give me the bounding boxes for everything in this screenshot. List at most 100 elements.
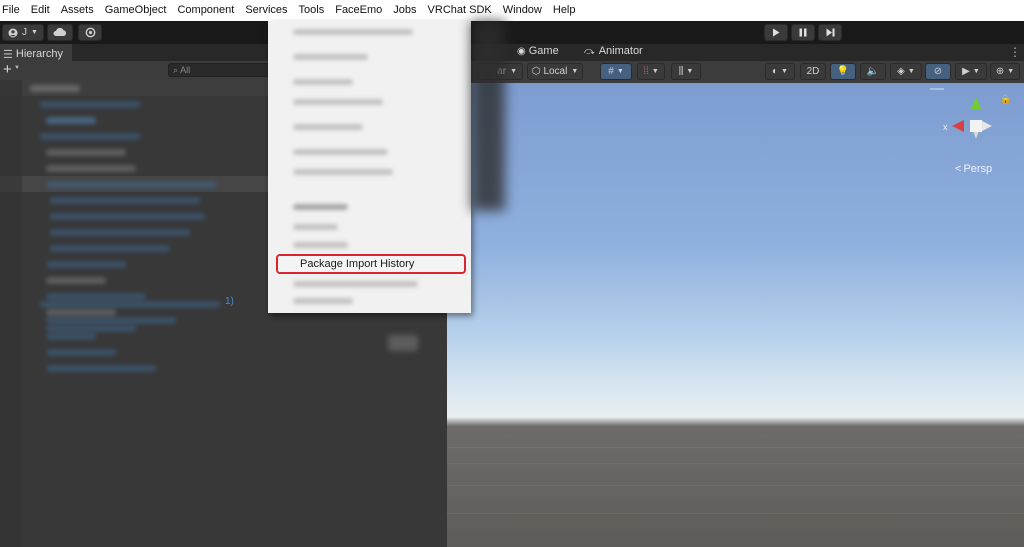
tab-animator-label: Animator: [598, 45, 643, 57]
menu-help[interactable]: Help: [547, 0, 581, 21]
hierarchy-tab-label: Hierarchy: [15, 48, 63, 60]
audio-icon: 🔈: [866, 66, 880, 77]
menu-item-blurred[interactable]: [293, 281, 418, 287]
gizmo-x-label: x: [943, 122, 948, 132]
list-item[interactable]: [0, 360, 447, 376]
search-icon: ⌕: [173, 65, 179, 75]
audio-toggle[interactable]: 🔈: [860, 63, 886, 80]
pause-icon: [799, 28, 807, 37]
grid-icon: #: [608, 66, 614, 77]
search-placeholder: All: [180, 65, 191, 75]
hierarchy-tab[interactable]: ☰ Hierarchy: [0, 44, 72, 62]
eye-slash-icon: ⊘: [933, 66, 943, 77]
menu-item-blurred[interactable]: [293, 54, 368, 60]
menu-blur-shadow: [471, 21, 505, 211]
user-icon: [8, 28, 18, 37]
menu-faceemo[interactable]: FaceEmo: [330, 0, 388, 21]
menu-item-blurred[interactable]: [293, 298, 353, 304]
scene-orientation-gizmo[interactable]: x: [940, 95, 1000, 155]
menu-vrchat-sdk[interactable]: VRChat SDK: [422, 0, 497, 21]
mode-2d-label: 2D: [806, 66, 820, 77]
cloud-button[interactable]: [47, 24, 73, 41]
chevron-left-icon: <: [955, 163, 962, 175]
menu-item-package-import-history[interactable]: Package Import History: [276, 254, 466, 274]
grid-snap-toggle[interactable]: # ▼: [600, 63, 632, 80]
menu-file[interactable]: File: [0, 0, 25, 21]
chevron-down-icon: ▼: [31, 29, 38, 36]
collab-button[interactable]: [78, 24, 102, 41]
menu-window[interactable]: Window: [497, 0, 547, 21]
menu-component[interactable]: Component: [172, 0, 240, 21]
list-icon: ☰: [3, 48, 13, 61]
chevron-down-icon: ▼: [616, 68, 624, 75]
pause-button[interactable]: [791, 24, 815, 41]
chevron-down-icon: ▼: [781, 68, 788, 75]
settings-icon: [85, 27, 95, 38]
increment-snap[interactable]: ⫼ ▼: [671, 63, 701, 80]
tab-game[interactable]: ◉ Game: [517, 45, 559, 57]
step-icon: [826, 28, 834, 37]
gamepad-icon: ◉: [517, 45, 526, 57]
menu-gameobject[interactable]: GameObject: [99, 0, 172, 21]
menu-bar: File Edit Assets GameObject Component Se…: [0, 0, 1024, 21]
stray-text: 1): [225, 296, 234, 307]
menu-item-blurred[interactable]: [293, 224, 338, 230]
perspective-toggle[interactable]: < Persp: [955, 163, 992, 175]
hierarchy-gutter: [0, 80, 22, 547]
menu-item-label: Package Import History: [300, 258, 415, 270]
menu-services[interactable]: Services: [240, 0, 293, 21]
gizmo-handle[interactable]: [930, 88, 944, 90]
chevron-down-icon: ▼: [571, 68, 579, 75]
animator-icon: ⤼: [584, 45, 595, 57]
play-button[interactable]: [764, 24, 788, 41]
chevron-down-icon[interactable]: ▼: [14, 65, 20, 71]
list-item[interactable]: [0, 312, 447, 328]
list-item[interactable]: [0, 328, 447, 344]
lighting-toggle[interactable]: 💡: [830, 63, 856, 80]
step-button[interactable]: [818, 24, 842, 41]
main-toolbar: J ▼: [0, 21, 1024, 44]
camera-dropdown[interactable]: ▶ ▼: [955, 63, 987, 80]
menu-item-blurred[interactable]: [293, 29, 413, 35]
shading-mode-dropdown[interactable]: ◐ ▼: [765, 63, 795, 80]
tab-animator[interactable]: ⤼ Animator: [584, 45, 643, 57]
menu-item-blurred[interactable]: [293, 79, 353, 85]
menu-item-blurred[interactable]: [293, 99, 383, 105]
menu-tools[interactable]: Tools: [293, 0, 330, 21]
snap-icon: ⁞⁞: [643, 66, 649, 77]
tab-game-label: Game: [528, 45, 559, 57]
account-button[interactable]: J ▼: [2, 24, 44, 41]
increment-icon: ⫼: [678, 66, 684, 77]
lock-icon[interactable]: 🔒: [1000, 94, 1011, 105]
chevron-down-icon: ▼: [972, 68, 980, 75]
chevron-down-icon: ▼: [686, 68, 694, 75]
hidden-objects-toggle[interactable]: ⊘: [925, 63, 951, 80]
pivot-rotation-dropdown[interactable]: ⬡ Local ▼: [527, 63, 583, 80]
menu-item-blurred[interactable]: [293, 169, 393, 175]
menu-item-blurred[interactable]: [293, 204, 348, 210]
list-item[interactable]: [0, 344, 447, 360]
chevron-down-icon: ▼: [907, 68, 915, 75]
gizmos-dropdown[interactable]: ⊕ ▼: [990, 63, 1020, 80]
cube-icon: ⬡: [531, 66, 541, 77]
chevron-down-icon: ▼: [1007, 68, 1015, 75]
gizmo-icon: ⊕: [995, 66, 1005, 77]
menu-item-blurred[interactable]: [293, 242, 348, 248]
menu-item-blurred[interactable]: [293, 149, 388, 155]
more-options-icon[interactable]: ⋮: [1009, 45, 1021, 59]
menu-item-blurred[interactable]: [293, 124, 363, 130]
menu-edit[interactable]: Edit: [25, 0, 55, 21]
menu-assets[interactable]: Assets: [55, 0, 99, 21]
mode-2d-toggle[interactable]: 2D: [800, 63, 826, 80]
effects-icon: ◈: [897, 66, 905, 77]
snap-settings[interactable]: ⁞⁞ ▼: [637, 63, 665, 80]
camera-icon: ▶: [962, 66, 970, 77]
cloud-icon: [53, 28, 67, 36]
scene-toolbar: ar ▼ ⬡ Local ▼ # ▼ ⁞⁞ ▼ ⫼ ▼ ◐ ▼ 2D 💡 🔈 ◈…: [447, 61, 1024, 83]
account-label: J: [22, 27, 28, 38]
menu-jobs[interactable]: Jobs: [388, 0, 422, 21]
add-object-button[interactable]: +: [3, 61, 12, 78]
shading-icon: ◐: [772, 66, 779, 77]
effects-dropdown[interactable]: ◈ ▼: [890, 63, 922, 80]
play-icon: [773, 28, 780, 37]
